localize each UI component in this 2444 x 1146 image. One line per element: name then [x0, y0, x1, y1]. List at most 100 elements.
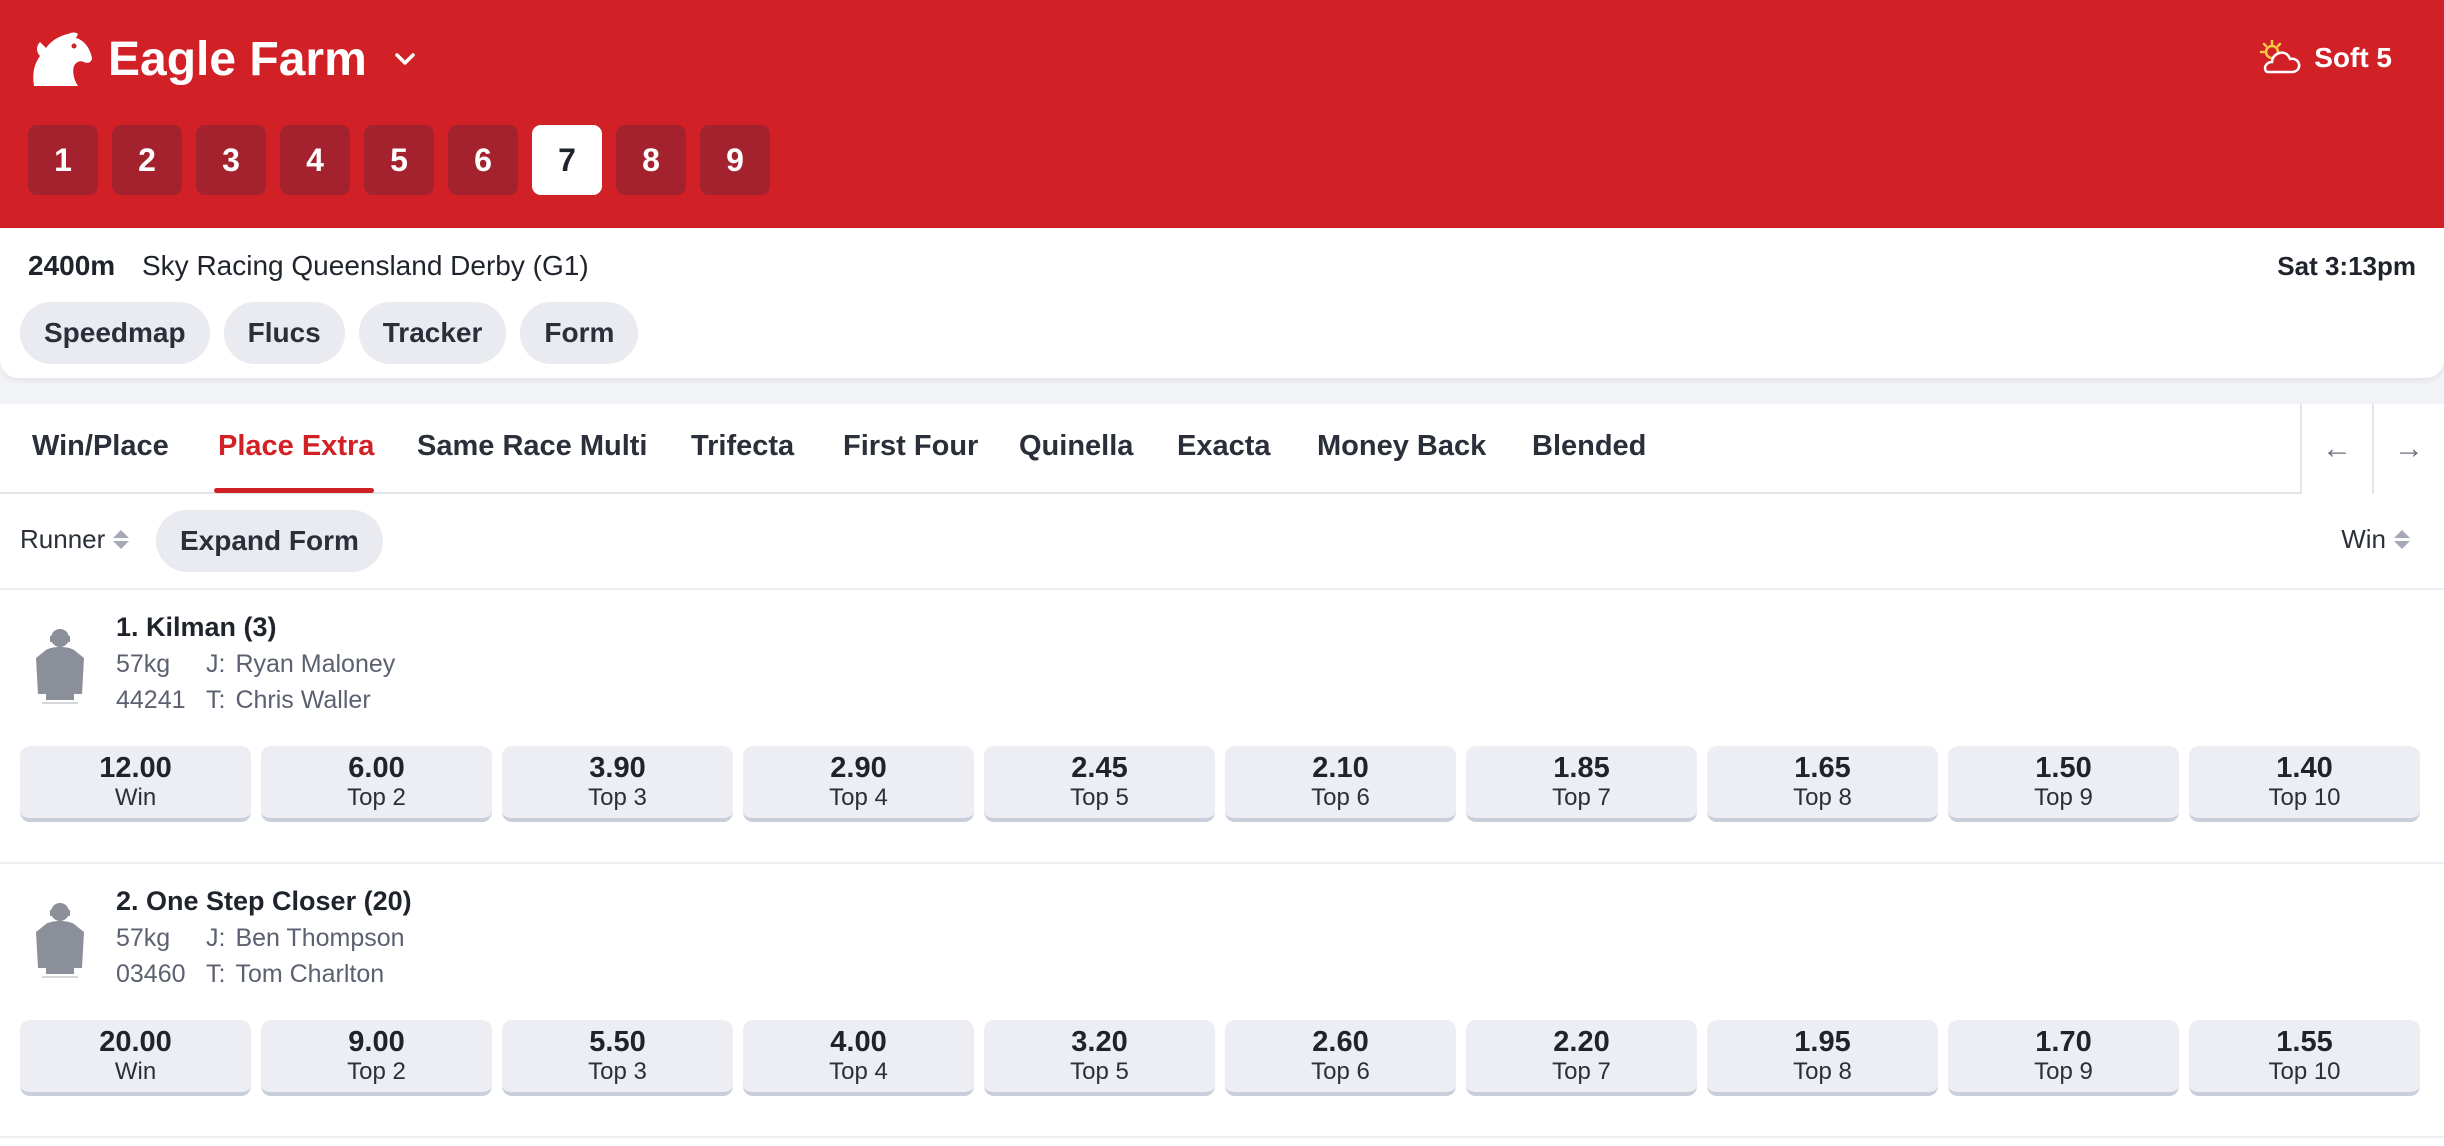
odds-button[interactable]: 6.00 Top 2	[261, 746, 492, 822]
odds-price: 2.60	[1312, 1026, 1369, 1058]
runner-weight: 57kg	[116, 924, 171, 952]
odds-price: 2.90	[830, 752, 887, 784]
race-distance: 2400m	[28, 250, 116, 281]
odds-label: Top 4	[829, 1058, 888, 1085]
odds-price: 1.55	[2276, 1026, 2333, 1058]
jockey-silk-icon	[36, 629, 84, 704]
odds-price: 2.20	[1553, 1026, 1610, 1058]
trainer-name: Tom Charlton	[235, 960, 385, 988]
runner-name[interactable]: 2. One Step Closer (20)	[116, 884, 412, 918]
race-tab-4[interactable]: 4	[280, 125, 350, 195]
tab-same-race-multi[interactable]: Same Race Multi	[417, 404, 647, 494]
odds-button[interactable]: 2.10 Top 6	[1225, 746, 1456, 822]
horse-head-icon	[33, 32, 92, 86]
expand-form-button[interactable]: Expand Form	[156, 510, 383, 572]
tab-quinella[interactable]: Quinella	[1019, 404, 1133, 494]
tab-blended[interactable]: Blended	[1532, 404, 1646, 494]
odds-price: 2.10	[1312, 752, 1369, 784]
runner-weight: 57kg	[116, 650, 171, 678]
odds-label: Top 4	[829, 784, 888, 811]
odds-button[interactable]: 20.00 Win	[20, 1020, 251, 1096]
odds-button[interactable]: 3.90 Top 3	[502, 746, 733, 822]
odds-price: 3.90	[589, 752, 646, 784]
tracker-button[interactable]: Tracker	[358, 302, 507, 364]
odds-button[interactable]: 1.40 Top 10	[2189, 746, 2420, 822]
trainer-name: Chris Waller	[235, 686, 371, 714]
odds-label: Top 8	[1793, 1058, 1852, 1085]
runner-trainer-line: 03460 T: Tom Charlton	[116, 958, 384, 990]
runner-card: 2. One Step Closer (20) 57kg J: Ben Thompso…	[0, 864, 2444, 1138]
odds-label: Win	[114, 1058, 157, 1085]
tab-win-place[interactable]: Win/Place	[32, 404, 169, 494]
race-tools: Speedmap Flucs Tracker Form	[20, 302, 639, 364]
odds-price: 5.50	[589, 1026, 646, 1058]
odds-label: Top 7	[1552, 784, 1611, 811]
odds-label: Top 3	[588, 784, 647, 811]
odds-label: Top 10	[2268, 1058, 2341, 1085]
runner-name[interactable]: 1. Kilman (3)	[116, 610, 277, 644]
sort-runner-label: Runner	[20, 524, 106, 554]
race-tab-9[interactable]: 9	[700, 125, 770, 195]
jockey-label: J:	[206, 924, 226, 952]
odds-button[interactable]: 1.50 Top 9	[1948, 746, 2179, 822]
flucs-button[interactable]: Flucs	[223, 302, 345, 364]
odds-button[interactable]: 1.55 Top 10	[2189, 1020, 2420, 1096]
odds-button[interactable]: 2.20 Top 7	[1466, 1020, 1697, 1096]
sort-by-runner[interactable]: Runner	[20, 524, 130, 555]
trainer-label: T:	[206, 960, 226, 988]
jockey-label: J:	[206, 650, 226, 678]
sort-by-win[interactable]: Win	[2341, 524, 2410, 555]
race-number-tabs: 123456789	[28, 125, 770, 195]
odds-button[interactable]: 12.00 Win	[20, 746, 251, 822]
odds-label: Top 6	[1311, 1058, 1370, 1085]
odds-button[interactable]: 1.95 Top 8	[1707, 1020, 1938, 1096]
runners-panel: Runner Expand Form Win 1. Kilman (3) 57kg…	[0, 494, 2444, 1146]
odds-price: 1.70	[2035, 1026, 2092, 1058]
race-tab-5[interactable]: 5	[364, 125, 434, 195]
tab-exacta[interactable]: Exacta	[1177, 404, 1271, 494]
odds-button[interactable]: 9.00 Top 2	[261, 1020, 492, 1096]
odds-button[interactable]: 1.85 Top 7	[1466, 746, 1697, 822]
race-tab-7[interactable]: 7	[532, 125, 602, 195]
sort-icon	[113, 530, 130, 549]
runner-trainer-line: 44241 T: Chris Waller	[116, 684, 371, 716]
runner-form: 03460	[116, 960, 186, 988]
tab-first-four[interactable]: First Four	[843, 404, 978, 494]
runner-form: 44241	[116, 686, 186, 714]
odds-button[interactable]: 2.60 Top 6	[1225, 1020, 1456, 1096]
odds-label: Top 5	[1070, 784, 1129, 811]
odds-button[interactable]: 1.70 Top 9	[1948, 1020, 2179, 1096]
trainer-label: T:	[206, 686, 226, 714]
tabs-next-button[interactable]: →	[2372, 404, 2444, 494]
partly-cloudy-icon	[2259, 40, 2301, 74]
track-title[interactable]: Eagle Farm	[108, 30, 367, 90]
tab-money-back[interactable]: Money Back	[1317, 404, 1486, 494]
odds-button[interactable]: 1.65 Top 8	[1707, 746, 1938, 822]
speedmap-button[interactable]: Speedmap	[20, 302, 210, 364]
form-button[interactable]: Form	[520, 302, 639, 364]
odds-button[interactable]: 2.90 Top 4	[743, 746, 974, 822]
tab-trifecta[interactable]: Trifecta	[691, 404, 794, 494]
odds-price: 1.65	[1794, 752, 1851, 784]
odds-button[interactable]: 4.00 Top 4	[743, 1020, 974, 1096]
race-tab-6[interactable]: 6	[448, 125, 518, 195]
chevron-down-icon[interactable]	[390, 44, 420, 74]
race-tab-2[interactable]: 2	[112, 125, 182, 195]
odds-row: 20.00 Win 9.00 Top 2 5.50 Top 3 4.00 Top 4 3.20 T…	[20, 1020, 2420, 1096]
race-tab-1[interactable]: 1	[28, 125, 98, 195]
app: Eagle Farm Soft 5 123456789 2400m Sky Ra…	[0, 0, 2444, 1146]
tab-place-extra[interactable]: Place Extra	[218, 404, 374, 494]
race-tab-8[interactable]: 8	[616, 125, 686, 195]
odds-button[interactable]: 5.50 Top 3	[502, 1020, 733, 1096]
race-tab-3[interactable]: 3	[196, 125, 266, 195]
bet-type-tabs: Win/Place Place Extra Same Race Multi Tr…	[0, 404, 2444, 494]
odds-label: Top 3	[588, 1058, 647, 1085]
odds-button[interactable]: 2.45 Top 5	[984, 746, 1215, 822]
odds-row: 12.00 Win 6.00 Top 2 3.90 Top 3 2.90 Top 4 2.45 T…	[20, 746, 2420, 822]
sort-win-label: Win	[2341, 524, 2386, 554]
odds-price: 1.95	[1794, 1026, 1851, 1058]
tabs-prev-button[interactable]: ←	[2300, 404, 2372, 494]
runner-card: 1. Kilman (3) 57kg J: Ryan Maloney 44241 T: Ch…	[0, 590, 2444, 864]
race-start-time: Sat 3:13pm	[2277, 251, 2416, 281]
odds-button[interactable]: 3.20 Top 5	[984, 1020, 1215, 1096]
